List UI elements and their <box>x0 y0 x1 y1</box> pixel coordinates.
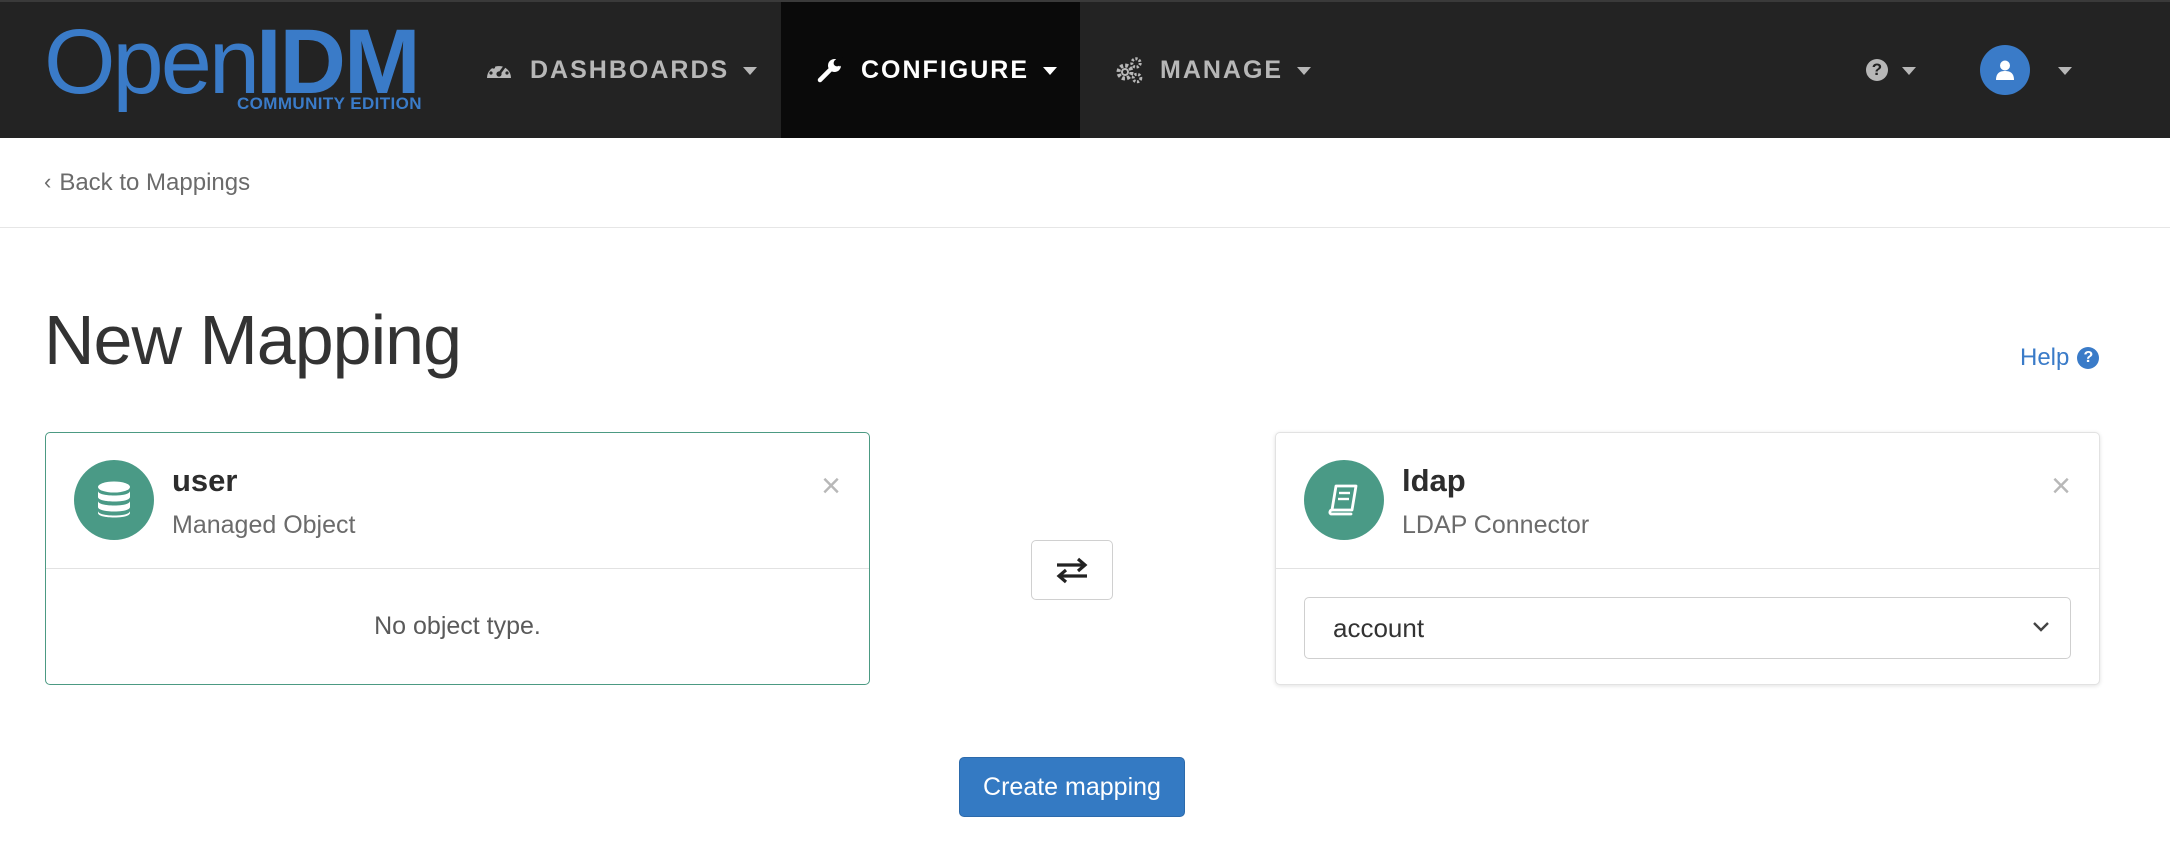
user-menu[interactable] <box>1980 2 2072 138</box>
top-navbar: Open IDM COMMUNITY EDITION DASHBOARDS CO… <box>0 0 2170 138</box>
target-card: ldap LDAP Connector × account <box>1275 432 2100 685</box>
dashboard-gauge-icon <box>484 55 514 85</box>
logo-edition-text: COMMUNITY EDITION <box>237 94 422 113</box>
close-icon[interactable]: × <box>821 469 841 503</box>
back-link-label: Back to Mappings <box>59 169 251 196</box>
page-title: New Mapping <box>44 301 462 379</box>
sub-header: ‹ Back to Mappings <box>0 138 2170 228</box>
help-link-label: Help <box>2020 344 2070 371</box>
logo-open-text: Open <box>44 11 260 113</box>
source-empty-message: No object type. <box>374 612 541 640</box>
create-mapping-button[interactable]: Create mapping <box>959 757 1185 817</box>
chevron-down-icon <box>1902 67 1916 75</box>
back-to-mappings-link[interactable]: ‹ Back to Mappings <box>44 169 250 197</box>
source-type: Managed Object <box>172 511 356 539</box>
chevron-down-icon <box>2058 67 2072 75</box>
nav-dashboards[interactable]: DASHBOARDS <box>484 2 758 138</box>
help-menu[interactable]: ? <box>1866 2 1916 138</box>
source-card-header: user Managed Object × <box>46 433 869 569</box>
nav-configure-label: CONFIGURE <box>861 55 1029 84</box>
swap-source-target-button[interactable] <box>1031 540 1113 600</box>
target-name: ldap <box>1402 463 1466 498</box>
nav-manage[interactable]: MANAGE <box>1114 2 1312 138</box>
user-avatar-icon <box>1980 45 2030 95</box>
exchange-arrows-icon <box>1056 557 1088 584</box>
nav-configure[interactable]: CONFIGURE <box>781 2 1080 138</box>
chevron-down-icon <box>743 67 758 75</box>
chevron-down-icon <box>2033 622 2049 632</box>
question-circle-icon: ? <box>2077 347 2100 369</box>
source-name: user <box>172 463 238 498</box>
wrench-icon <box>815 55 845 85</box>
question-circle-icon: ? <box>1866 59 1888 81</box>
nav-manage-label: MANAGE <box>1160 55 1284 84</box>
object-type-select[interactable]: account <box>1304 597 2071 659</box>
openidm-logo[interactable]: Open IDM COMMUNITY EDITION <box>44 14 434 124</box>
book-icon <box>1304 460 1384 540</box>
chevron-left-icon: ‹ <box>44 169 52 194</box>
chevron-down-icon <box>1297 67 1312 75</box>
nav-dashboards-label: DASHBOARDS <box>530 55 730 84</box>
object-type-selected-value: account <box>1333 612 1425 643</box>
chevron-down-icon <box>1043 67 1057 75</box>
cogs-icon <box>1114 55 1144 85</box>
target-card-header: ldap LDAP Connector × <box>1276 433 2099 569</box>
help-link[interactable]: Help ? <box>2020 344 2100 372</box>
database-icon <box>74 460 154 540</box>
target-type: LDAP Connector <box>1402 511 1590 539</box>
close-icon[interactable]: × <box>2051 469 2071 503</box>
source-card: user Managed Object × No object type. <box>45 432 870 685</box>
